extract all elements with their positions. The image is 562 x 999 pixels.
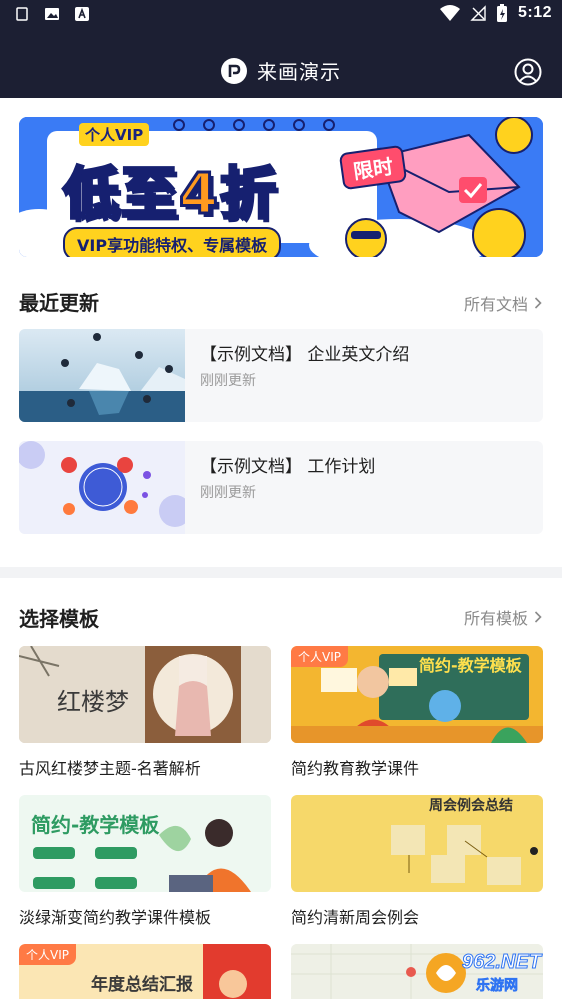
templates-section-title: 选择模板 [19, 607, 99, 631]
status-notifications [14, 6, 90, 22]
watermark-sub: 乐游网 [476, 978, 519, 995]
app-title: 来画演示 [257, 60, 341, 84]
template-name: 古风红楼梦主题-名著解析 [19, 759, 201, 778]
watermark-logo: 962.NET 乐游网 [424, 947, 556, 995]
chevron-right-icon [534, 611, 542, 623]
vip-badge: 个人VIP [19, 944, 76, 965]
image-icon [45, 8, 59, 20]
template-name: 简约教育教学课件 [291, 759, 420, 778]
profile-icon[interactable] [514, 58, 542, 86]
status-system: 5:12 [439, 3, 552, 23]
watermark-brand: 962.NET [462, 951, 542, 974]
app-title-group: 来画演示 [0, 56, 562, 85]
doc-thumbnail-iceberg [19, 329, 185, 422]
banner-headline-pre: 低至 [62, 161, 179, 229]
font-icon [75, 7, 89, 21]
wifi-icon [439, 5, 460, 21]
doc-updated-time: 刚刚更新 [200, 485, 256, 501]
clipboard-icon [16, 7, 28, 21]
all-documents-label: 所有文档 [463, 295, 528, 314]
template-name: 淡绿渐变简约教学课件模板 [19, 908, 212, 927]
chevron-right-icon [534, 297, 542, 309]
template-card[interactable]: 周会例会总结 [291, 795, 543, 892]
template-card[interactable]: 个人VIP 简约-教学模板 [291, 646, 543, 743]
template-thumb-text: 周会例会总结 [429, 798, 513, 814]
template-thumb-text: 简约-教学模板 [419, 656, 522, 675]
recent-doc-card[interactable]: 【示例文档】 工作计划 刚刚更新 [19, 441, 543, 534]
banner-headline-num: 4 [178, 161, 220, 229]
all-templates-link[interactable]: 所有模板 [464, 605, 542, 629]
template-card[interactable]: 红楼梦 [19, 646, 271, 743]
recent-doc-card[interactable]: 【示例文档】 企业英文介绍 刚刚更新 [19, 329, 543, 422]
template-thumb-text: 红楼梦 [57, 688, 129, 716]
template-name: 简约清新周会例会 [291, 908, 420, 927]
banner-vip-label: 个人VIP [79, 123, 150, 146]
doc-thumbnail-plan [19, 441, 185, 534]
banner-headline: 低至4折 [62, 149, 278, 230]
recent-section-title: 最近更新 [19, 291, 99, 315]
doc-updated-time: 刚刚更新 [200, 373, 256, 389]
doc-name: 【示例文档】 企业英文介绍 [200, 345, 410, 365]
no-signal-icon [470, 5, 486, 21]
promo-banner[interactable]: 个人VIP 低至4折 限时 VIP享功能特权、专属模板 [19, 117, 543, 257]
battery-icon [496, 4, 507, 22]
all-documents-link[interactable]: 所有文档 [464, 291, 542, 315]
section-divider [0, 567, 562, 578]
banner-subtitle: VIP享功能特权、专属模板 [63, 227, 282, 257]
doc-name: 【示例文档】 工作计划 [200, 457, 376, 477]
all-templates-label: 所有模板 [463, 609, 528, 628]
status-bar: 5:12 [0, 0, 562, 30]
vip-badge: 个人VIP [291, 646, 348, 667]
template-thumb-text: 简约-教学模板 [31, 813, 160, 837]
template-card[interactable]: 简约-教学模板 [19, 795, 271, 892]
app-logo-icon [221, 57, 247, 84]
template-thumb-text: 年度总结汇报 [91, 975, 193, 995]
template-card[interactable]: 个人VIP 年度总结汇报 [19, 944, 271, 999]
top-bar: 5:12 来画演示 [0, 0, 562, 98]
banner-headline-post: 折 [218, 161, 278, 229]
clock: 5:12 [517, 4, 552, 21]
